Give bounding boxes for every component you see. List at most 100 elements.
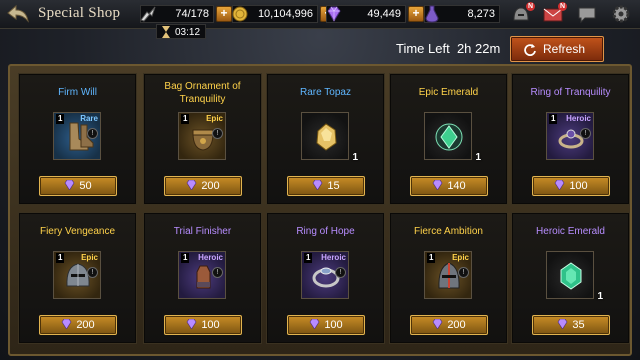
item-slot[interactable]: 1 Heroic! bbox=[301, 251, 349, 299]
item-quantity: 1 bbox=[475, 152, 481, 163]
item-level: 1 bbox=[181, 114, 190, 124]
hourglass-icon bbox=[162, 26, 170, 38]
item-icon bbox=[560, 262, 582, 290]
shop-item-card[interactable]: Trial Finisher 1 Heroic! 100 bbox=[143, 212, 262, 344]
item-price: 15 bbox=[327, 180, 340, 192]
item-name: Firm Will bbox=[58, 87, 97, 98]
item-level: 1 bbox=[304, 253, 313, 263]
info-icon: ! bbox=[87, 128, 98, 139]
gem-icon bbox=[313, 180, 323, 190]
helmet-notification-icon[interactable]: N bbox=[510, 2, 535, 24]
buy-button[interactable]: 140 bbox=[410, 176, 488, 196]
item-grade: Heroic bbox=[321, 253, 346, 262]
buy-button[interactable]: 50 bbox=[39, 176, 117, 196]
item-price: 140 bbox=[447, 180, 466, 192]
stamina-timer: 03:12 bbox=[156, 24, 206, 39]
gem-icon bbox=[309, 319, 320, 329]
item-price: 100 bbox=[569, 180, 588, 192]
shop-item-card[interactable]: Epic Emerald 1 140 bbox=[389, 73, 508, 205]
settings-gear-icon[interactable] bbox=[610, 4, 632, 24]
buy-button[interactable]: 100 bbox=[287, 315, 365, 335]
item-slot[interactable]: 1 Epic! bbox=[178, 112, 226, 160]
top-bar: Special Shop 74/178 + 03:12 10,104,996 +… bbox=[0, 0, 640, 39]
page-title: Special Shop bbox=[38, 5, 121, 21]
item-grade: Heroic bbox=[566, 114, 591, 123]
item-slot[interactable]: 1 Epic! bbox=[53, 251, 101, 299]
gem-icon bbox=[558, 319, 568, 329]
back-arrow-icon[interactable] bbox=[6, 3, 30, 25]
buy-button[interactable]: 100 bbox=[164, 315, 242, 335]
item-slot[interactable]: 1 bbox=[301, 112, 358, 163]
item-level: 1 bbox=[427, 253, 436, 263]
gold-coin-icon bbox=[232, 6, 248, 22]
gem-icon bbox=[186, 180, 197, 190]
info-icon: ! bbox=[458, 267, 469, 278]
mail-icon[interactable]: N bbox=[542, 2, 567, 24]
item-grade: Epic bbox=[81, 253, 98, 262]
mail-badge: N bbox=[558, 2, 567, 11]
shop-item-card[interactable]: Ring of Tranquility 1 Heroic! 100 bbox=[511, 73, 630, 205]
gem-icon bbox=[327, 6, 341, 22]
item-name: Trial Finisher bbox=[173, 226, 232, 237]
buy-button[interactable]: 15 bbox=[287, 176, 365, 196]
refresh-icon bbox=[524, 44, 536, 56]
item-name: Epic Emerald bbox=[418, 87, 479, 98]
points-counter: 8,273 bbox=[424, 4, 500, 24]
item-name: Bag Ornament of Tranquility bbox=[164, 81, 241, 105]
stamina-icon bbox=[140, 6, 156, 22]
buy-button[interactable]: 100 bbox=[532, 176, 610, 196]
item-level: 1 bbox=[56, 253, 65, 263]
item-icon bbox=[316, 123, 337, 151]
notification-badge: N bbox=[526, 2, 535, 11]
item-name: Fierce Ambition bbox=[414, 226, 483, 237]
item-price: 100 bbox=[324, 319, 343, 331]
gem-icon bbox=[432, 319, 443, 329]
item-slot[interactable]: 1 bbox=[424, 112, 481, 163]
gem-icon bbox=[186, 319, 197, 329]
shop-item-card[interactable]: Bag Ornament of Tranquility 1 Epic! 200 bbox=[143, 73, 262, 205]
item-name: Rare Topaz bbox=[300, 87, 351, 98]
item-grade: Epic bbox=[206, 114, 223, 123]
refresh-button[interactable]: Refresh bbox=[510, 36, 604, 62]
gem-counter: 49,449 + bbox=[326, 4, 424, 24]
gem-icon bbox=[65, 180, 75, 190]
item-price: 200 bbox=[447, 319, 466, 331]
stamina-counter: 74/178 + bbox=[140, 4, 232, 24]
shop-item-card[interactable]: Fiery Vengeance 1 Epic! 200 bbox=[18, 212, 137, 344]
item-name: Heroic Emerald bbox=[536, 226, 605, 237]
item-level: 1 bbox=[549, 114, 558, 124]
item-price: 50 bbox=[79, 180, 92, 192]
shop-item-card[interactable]: Fierce Ambition 1 Epic! 200 bbox=[389, 212, 508, 344]
item-slot[interactable]: 1 bbox=[546, 251, 603, 302]
buy-button[interactable]: 200 bbox=[39, 315, 117, 335]
shop-item-card[interactable]: Heroic Emerald 1 35 bbox=[511, 212, 630, 344]
item-icon bbox=[435, 123, 463, 151]
shop-item-card[interactable]: Ring of Hope 1 Heroic! 100 bbox=[266, 212, 385, 344]
item-name: Fiery Vengeance bbox=[39, 226, 116, 237]
item-price: 200 bbox=[76, 319, 95, 331]
info-icon: ! bbox=[212, 267, 223, 278]
item-grade: Epic bbox=[452, 253, 469, 262]
buy-button[interactable]: 35 bbox=[532, 315, 610, 335]
item-level: 1 bbox=[181, 253, 190, 263]
shop-item-card[interactable]: Firm Will 1 Rare! 50 bbox=[18, 73, 137, 205]
shop-item-card[interactable]: Rare Topaz 1 15 bbox=[266, 73, 385, 205]
buy-button[interactable]: 200 bbox=[410, 315, 488, 335]
item-grade: Rare bbox=[80, 114, 98, 123]
info-icon: ! bbox=[580, 128, 591, 139]
item-slot[interactable]: 1 Epic! bbox=[424, 251, 472, 299]
item-slot[interactable]: 1 Heroic! bbox=[546, 112, 594, 160]
time-left: Time Left 2h 22m bbox=[396, 41, 501, 56]
buy-button[interactable]: 200 bbox=[164, 176, 242, 196]
item-slot[interactable]: 1 Rare! bbox=[53, 112, 101, 160]
potion-icon bbox=[425, 5, 439, 23]
gem-icon bbox=[61, 319, 72, 329]
info-icon: ! bbox=[335, 267, 346, 278]
item-price: 35 bbox=[572, 319, 585, 331]
item-price: 100 bbox=[201, 319, 220, 331]
item-slot[interactable]: 1 Heroic! bbox=[178, 251, 226, 299]
item-level: 1 bbox=[56, 114, 65, 124]
gem-icon bbox=[554, 180, 565, 190]
item-price: 200 bbox=[201, 180, 220, 192]
chat-icon[interactable] bbox=[576, 4, 598, 24]
